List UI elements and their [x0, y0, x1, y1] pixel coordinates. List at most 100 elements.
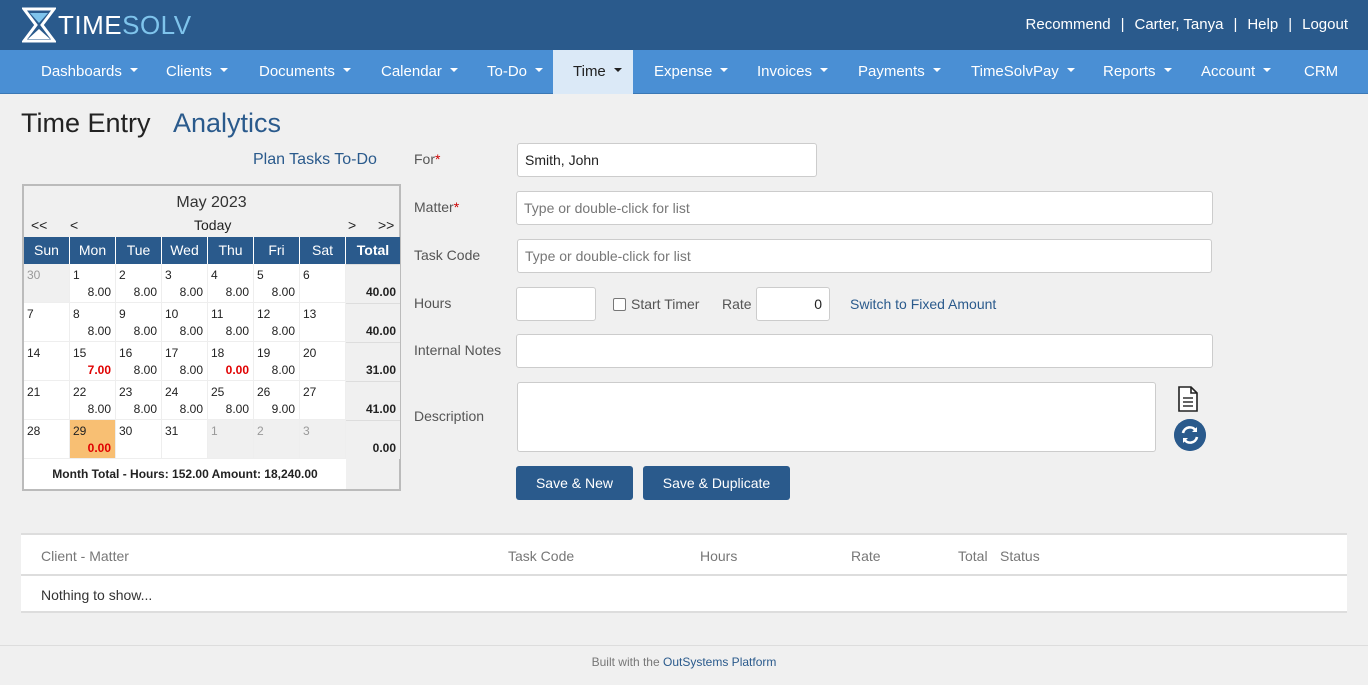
calendar-week-row: 14 15 7.00 16 8.00 17 8.00 18 0.00 19 8.00 20 31.00: [24, 342, 401, 381]
calendar-day[interactable]: 26 9.00: [254, 381, 300, 420]
today-button[interactable]: Today: [194, 217, 231, 233]
task-code-input[interactable]: [517, 239, 1212, 273]
calendar-day[interactable]: 8 8.00: [70, 303, 116, 342]
day-number: 19: [257, 346, 271, 360]
calendar-day[interactable]: 11 8.00: [208, 303, 254, 342]
calendar-day[interactable]: 30: [24, 264, 70, 303]
logout-link[interactable]: Logout: [1302, 16, 1348, 33]
nav-clients[interactable]: Clients: [166, 50, 228, 94]
nav-reports[interactable]: Reports: [1103, 50, 1172, 94]
user-link[interactable]: Carter, Tanya: [1134, 16, 1223, 33]
start-timer-toggle[interactable]: Start Timer: [613, 296, 699, 312]
calendar-day[interactable]: 5 8.00: [254, 264, 300, 303]
calendar-day[interactable]: 4 8.00: [208, 264, 254, 303]
calendar-day[interactable]: 19 8.00: [254, 342, 300, 381]
nav-dashboards[interactable]: Dashboards: [41, 50, 138, 94]
day-number: 16: [119, 346, 133, 360]
col-rate[interactable]: Rate: [851, 548, 881, 564]
nav-todo[interactable]: To-Do: [487, 50, 544, 94]
help-link[interactable]: Help: [1247, 16, 1278, 33]
nav-time[interactable]: Time: [553, 50, 633, 94]
calendar-day[interactable]: 9 8.00: [116, 303, 162, 342]
caret-down-icon: [720, 68, 729, 73]
plan-tasks-link[interactable]: Plan Tasks To-Do: [253, 151, 377, 169]
nav-documents[interactable]: Documents: [259, 50, 351, 94]
nav-crm[interactable]: CRM: [1304, 50, 1338, 94]
calendar-day[interactable]: 22 8.00: [70, 381, 116, 420]
calendar-day[interactable]: 3 8.00: [162, 264, 208, 303]
description-label: Description: [414, 408, 485, 424]
recommend-link[interactable]: Recommend: [1026, 16, 1111, 33]
calendar-day[interactable]: 23 8.00: [116, 381, 162, 420]
calendar-day[interactable]: 16 8.00: [116, 342, 162, 381]
calendar-day[interactable]: 28: [24, 420, 70, 459]
calendar-day[interactable]: 10 8.00: [162, 303, 208, 342]
calendar-body: 30 1 8.00 2 8.00 3 8.00 4 8.00 5 8.00 6 40.00 7 8 8.00 9…: [24, 264, 401, 459]
day-hours: 8.00: [133, 402, 157, 416]
col-client-matter[interactable]: Client - Matter: [41, 548, 129, 564]
prev-month-button[interactable]: <: [70, 217, 78, 233]
weekday-header: Mon: [70, 237, 116, 264]
nav-label: TimeSolvPay: [971, 63, 1059, 80]
calendar-day[interactable]: 20: [300, 342, 346, 381]
calendar-day[interactable]: 31: [162, 420, 208, 459]
calendar-day[interactable]: 1 8.00: [70, 264, 116, 303]
col-hours[interactable]: Hours: [700, 548, 737, 564]
day-hours: 8.00: [133, 363, 157, 377]
calendar-day[interactable]: 17 8.00: [162, 342, 208, 381]
calendar-day[interactable]: 27: [300, 381, 346, 420]
col-total[interactable]: Total: [958, 548, 988, 564]
rate-input[interactable]: [756, 287, 830, 321]
nav-invoices[interactable]: Invoices: [757, 50, 829, 94]
calendar-day[interactable]: 1: [208, 420, 254, 459]
for-input[interactable]: [517, 143, 817, 177]
timesolv-logo[interactable]: TIMESOLV: [22, 6, 192, 44]
calendar-day[interactable]: 6: [300, 264, 346, 303]
day-number: 15: [73, 346, 87, 360]
switch-fixed-amount-link[interactable]: Switch to Fixed Amount: [850, 296, 996, 312]
analytics-tab[interactable]: Analytics: [173, 108, 281, 139]
prev-year-button[interactable]: <<: [31, 217, 47, 233]
calendar-day[interactable]: 18 0.00: [208, 342, 254, 381]
calendar-day[interactable]: 29 0.00: [70, 420, 116, 459]
calendar-day[interactable]: 25 8.00: [208, 381, 254, 420]
nav-account[interactable]: Account: [1201, 50, 1272, 94]
calendar-day[interactable]: 12 8.00: [254, 303, 300, 342]
calendar-day[interactable]: 7: [24, 303, 70, 342]
hours-input[interactable]: [516, 287, 596, 321]
nav-payments[interactable]: Payments: [858, 50, 941, 94]
calendar-day[interactable]: 2 8.00: [116, 264, 162, 303]
calendar-day[interactable]: 15 7.00: [70, 342, 116, 381]
nav-calendar[interactable]: Calendar: [381, 50, 458, 94]
col-status[interactable]: Status: [1000, 548, 1040, 564]
calendar-day[interactable]: 21: [24, 381, 70, 420]
calendar-day[interactable]: 2: [254, 420, 300, 459]
calendar-day[interactable]: 14: [24, 342, 70, 381]
save-duplicate-button[interactable]: Save & Duplicate: [643, 466, 790, 500]
internal-notes-input[interactable]: [516, 334, 1213, 368]
nav-label: Clients: [166, 63, 212, 80]
day-hours: 8.00: [87, 324, 111, 338]
description-textarea[interactable]: [517, 382, 1156, 452]
nav-timesolvpay[interactable]: TimeSolvPay: [971, 50, 1075, 94]
nav-label: Time: [573, 63, 606, 80]
day-hours: 8.00: [87, 285, 111, 299]
save-new-button[interactable]: Save & New: [516, 466, 633, 500]
next-month-button[interactable]: >: [348, 217, 356, 233]
refresh-icon[interactable]: [1174, 419, 1206, 451]
outsystems-link[interactable]: OutSystems Platform: [663, 655, 776, 669]
col-task-code[interactable]: Task Code: [508, 548, 574, 564]
week-total: 31.00: [346, 342, 400, 381]
calendar-day[interactable]: 24 8.00: [162, 381, 208, 420]
document-icon[interactable]: [1177, 386, 1199, 412]
top-header: TIMESOLV Recommend | Carter, Tanya | Hel…: [0, 0, 1368, 50]
week-total: 0.00: [346, 420, 400, 459]
calendar-day[interactable]: 13: [300, 303, 346, 342]
nav-expense[interactable]: Expense: [654, 50, 729, 94]
matter-input[interactable]: [516, 191, 1213, 225]
calendar-day[interactable]: 3: [300, 420, 346, 459]
next-year-button[interactable]: >>: [378, 217, 394, 233]
start-timer-checkbox[interactable]: [613, 297, 626, 311]
nav-label: Dashboards: [41, 63, 122, 80]
calendar-day[interactable]: 30: [116, 420, 162, 459]
